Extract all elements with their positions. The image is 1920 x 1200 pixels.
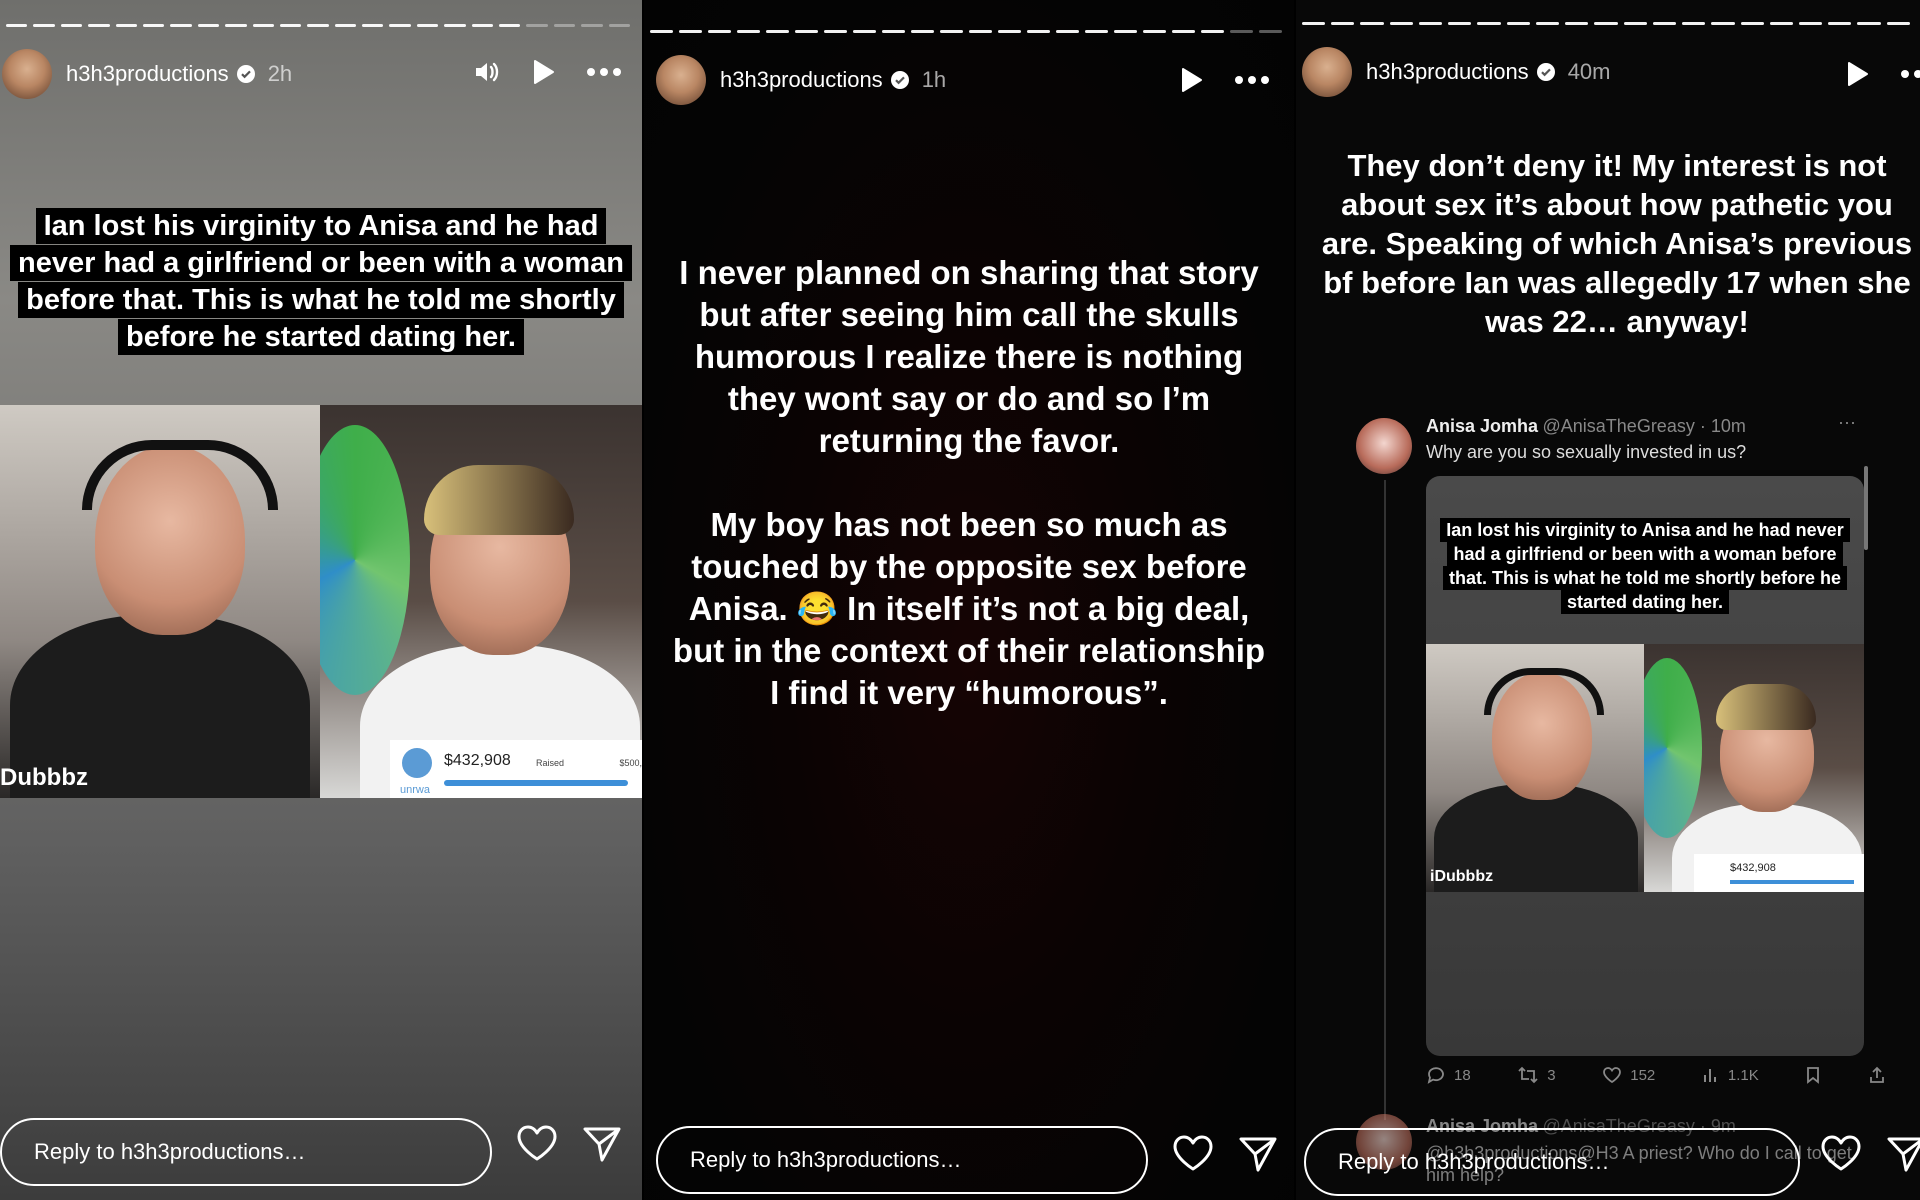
un-logo-icon: [402, 748, 432, 778]
reply-placeholder: Reply to h3h3productions…: [690, 1147, 962, 1172]
story-controls: [1178, 66, 1270, 94]
username[interactable]: h3h3productions: [1366, 59, 1529, 85]
tweet-header: Anisa Jomha @AnisaTheGreasy · 10m: [1426, 416, 1746, 437]
caption-paragraph-1: I never planned on sharing that story bu…: [679, 254, 1259, 459]
story-caption: Ian lost his virginity to Anisa and he h…: [0, 208, 642, 356]
story-caption: I never planned on sharing that story bu…: [664, 252, 1274, 714]
bookmark-icon[interactable]: [1805, 1066, 1821, 1084]
heart-icon[interactable]: [1820, 1134, 1862, 1172]
send-icon[interactable]: [582, 1124, 622, 1164]
reply-placeholder: Reply to h3h3productions…: [34, 1139, 306, 1164]
tweet-reply-button[interactable]: 18: [1426, 1066, 1471, 1084]
caption-paragraph-2: My boy has not been so much as touched b…: [672, 506, 1266, 711]
story-panel-2[interactable]: h3h3productions 1h I never planned on sh…: [642, 0, 1294, 1200]
donation-amount: $432,908: [444, 752, 511, 769]
play-icon[interactable]: [1178, 66, 1204, 94]
username[interactable]: h3h3productions: [66, 61, 229, 87]
reply-placeholder: Reply to h3h3productions…: [1338, 1149, 1610, 1174]
reply-input[interactable]: Reply to h3h3productions…: [656, 1126, 1148, 1194]
tweet-media[interactable]: Ian lost his virginity to Anisa and he h…: [1426, 476, 1864, 1056]
like-icon: [1603, 1067, 1622, 1084]
tweet-text: Why are you so sexually invested in us?: [1426, 442, 1747, 462]
tweet-media-streamer-name: iDubbbz: [1430, 868, 1494, 885]
story-controls: [472, 58, 622, 86]
donation-label: Raised: [536, 758, 565, 768]
video-streamer-name: Dubbbz: [0, 764, 88, 791]
tweet-media-caption-text: Ian lost his virginity to Anisa and he h…: [1440, 518, 1850, 614]
avatar[interactable]: [1302, 47, 1352, 97]
send-icon[interactable]: [1238, 1134, 1278, 1174]
more-icon[interactable]: [1900, 69, 1920, 79]
story-time: 40m: [1567, 59, 1611, 84]
story-progress-bar: [0, 24, 636, 27]
retweet-icon: [1518, 1066, 1538, 1084]
avatar[interactable]: [2, 49, 52, 99]
more-icon[interactable]: [1234, 75, 1270, 85]
tweet-author-handle: @AnisaTheGreasy · 10m: [1542, 416, 1746, 436]
tweet-media-caption: Ian lost his virginity to Anisa and he h…: [1434, 518, 1856, 614]
story-header: h3h3productions 40m: [1296, 44, 1920, 100]
more-icon[interactable]: [586, 67, 622, 77]
share-icon[interactable]: [1868, 1066, 1886, 1084]
story-time: 1h: [921, 67, 947, 92]
tweet-retweet-button[interactable]: 3: [1517, 1066, 1556, 1084]
volume-icon[interactable]: [472, 58, 500, 86]
caption-text: Ian lost his virginity to Anisa and he h…: [10, 208, 632, 355]
donation-org: unrwa: [400, 784, 430, 796]
username[interactable]: h3h3productions: [720, 67, 883, 93]
video-left-panel: Dubbbz: [0, 405, 320, 798]
story-controls: [1844, 60, 1920, 88]
reply-input[interactable]: Reply to h3h3productions…: [1304, 1128, 1800, 1196]
tweet-more-icon[interactable]: ···: [1838, 412, 1856, 433]
tweet-media-video: iDubbbz $432,908: [1426, 644, 1864, 892]
tweet-avatar[interactable]: [1356, 418, 1412, 474]
story-caption: They don’t deny it! My interest is not a…: [1321, 148, 1913, 339]
heart-icon[interactable]: [516, 1124, 558, 1162]
scrollbar[interactable]: [1864, 466, 1868, 550]
video-right-panel: unrwa $432,908 Raised $500,: [320, 405, 642, 798]
tweet-author-name[interactable]: Anisa Jomha: [1426, 416, 1538, 436]
story-panel-1[interactable]: h3h3productions 2h Ian lost his virginit…: [0, 0, 642, 1200]
verified-icon: [236, 64, 256, 84]
donation-goal: $500,: [619, 758, 642, 768]
story-progress-bar: [644, 30, 1288, 33]
heart-icon[interactable]: [1172, 1134, 1214, 1172]
tweet-like-button[interactable]: 152: [1602, 1066, 1655, 1084]
tweet-thread-line: [1384, 480, 1386, 1120]
play-icon[interactable]: [1844, 60, 1870, 88]
verified-icon: [890, 70, 910, 90]
story-progress-bar: [1296, 22, 1916, 25]
donation-progress: [444, 780, 628, 786]
video-screenshot: Dubbbz unrwa $432,908 Raised $500,: [0, 405, 642, 798]
story-time: 2h: [267, 61, 293, 86]
story-panel-3[interactable]: h3h3productions 40m They don’t deny it! …: [1294, 0, 1920, 1200]
play-icon[interactable]: [530, 58, 556, 86]
reply-input[interactable]: Reply to h3h3productions…: [0, 1118, 492, 1186]
tweet-views-button[interactable]: 1.1K: [1702, 1066, 1759, 1084]
verified-icon: [1536, 62, 1556, 82]
donation-widget: unrwa $432,908 Raised $500,: [390, 740, 642, 798]
tweet-media-donation-amount: $432,908: [1730, 862, 1776, 874]
send-icon[interactable]: [1886, 1134, 1920, 1174]
views-icon: [1703, 1069, 1716, 1082]
tweet-stats: 18 3 152 1.1K: [1426, 1066, 1886, 1084]
avatar[interactable]: [656, 55, 706, 105]
reply-icon: [1427, 1067, 1444, 1084]
